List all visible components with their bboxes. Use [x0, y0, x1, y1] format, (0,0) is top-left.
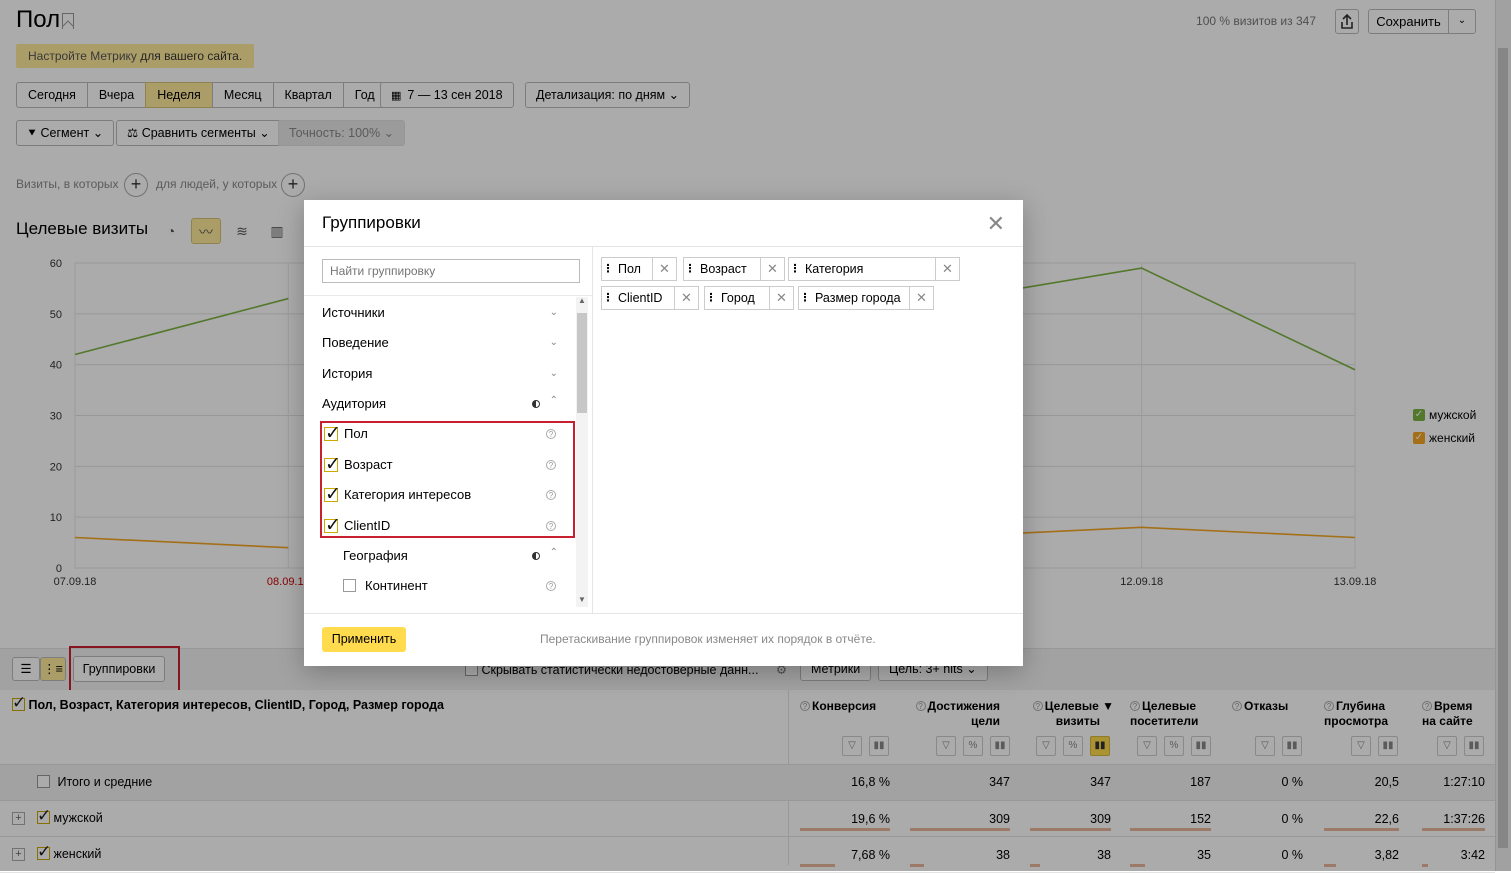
footer-hint: Перетаскивание группировок изменяет их п…: [540, 632, 876, 646]
selected-grouping-chip[interactable]: ⋮ Город ✕: [704, 286, 794, 310]
category-label: Поведение: [322, 335, 389, 350]
chevron-down-icon: ⌄: [549, 368, 558, 379]
remove-chip-icon[interactable]: ✕: [935, 258, 959, 280]
chip-label: ClientID: [618, 291, 663, 305]
apply-button[interactable]: Применить: [322, 627, 406, 652]
chip-label: Возраст: [700, 262, 747, 276]
scroll-up-icon[interactable]: ▲: [578, 296, 586, 305]
scroll-down-icon[interactable]: ▼: [578, 595, 586, 604]
chevron-up-icon: ⌃: [549, 395, 558, 406]
grouping-item-continent[interactable]: Континент ?: [343, 572, 558, 600]
partial-selection-icon: [532, 400, 540, 408]
category-behavior[interactable]: Поведение ⌄: [322, 329, 558, 357]
selected-grouping-chip[interactable]: ⋮ Размер города ✕: [798, 286, 934, 310]
category-label: История: [322, 366, 373, 381]
category-geography[interactable]: География ⌃: [343, 542, 558, 570]
drag-handle-icon[interactable]: ⋮: [602, 287, 614, 309]
help-icon[interactable]: ?: [546, 581, 556, 591]
selected-grouping-chip[interactable]: ⋮Категория интересов ✕: [788, 257, 960, 298]
close-icon[interactable]: ✕: [987, 213, 1005, 235]
chevron-up-icon: ⌃: [549, 547, 558, 558]
category-audience[interactable]: Аудитория ⌃: [322, 390, 558, 418]
divider: [304, 613, 1023, 614]
category-sources[interactable]: Источники ⌄: [322, 299, 558, 327]
selected-grouping-chip[interactable]: ⋮ Возраст ✕: [683, 257, 785, 281]
remove-chip-icon[interactable]: ✕: [674, 287, 698, 309]
chip-label: Пол: [618, 262, 641, 276]
divider: [304, 295, 592, 296]
selected-grouping-chip[interactable]: ⋮ Пол ✕: [601, 257, 677, 281]
groupings-modal: Группировки ✕ Источники ⌄ Поведение ⌄ Ис…: [304, 200, 1023, 666]
chevron-down-icon: ⌄: [549, 337, 558, 348]
grouping-label: Континент: [365, 578, 428, 593]
remove-chip-icon[interactable]: ✕: [760, 258, 784, 280]
selection-highlight-frame: [320, 421, 575, 538]
selected-grouping-chip[interactable]: ⋮ ClientID ✕: [601, 286, 699, 310]
groupings-list-panel: Источники ⌄ Поведение ⌄ История ⌄ Аудито…: [304, 247, 593, 613]
category-label: Аудитория: [322, 396, 387, 411]
partial-selection-icon: [532, 552, 540, 560]
modal-title: Группировки: [322, 213, 421, 232]
grouping-checkbox[interactable]: [343, 579, 356, 592]
remove-chip-icon[interactable]: ✕: [909, 287, 933, 309]
drag-handle-icon[interactable]: ⋮: [602, 258, 614, 280]
remove-chip-icon[interactable]: ✕: [652, 258, 676, 280]
category-label: География: [343, 548, 408, 563]
chip-label: Категория интересов: [805, 262, 865, 298]
chip-label: Размер города: [815, 291, 901, 305]
grouping-search-input[interactable]: [322, 259, 580, 283]
drag-handle-icon[interactable]: ⋮: [705, 287, 717, 309]
list-scrollbar-thumb[interactable]: [577, 313, 587, 413]
remove-chip-icon[interactable]: ✕: [769, 287, 793, 309]
chevron-down-icon: ⌄: [549, 307, 558, 318]
drag-handle-icon[interactable]: ⋮: [684, 258, 696, 280]
category-label: Источники: [322, 305, 385, 320]
drag-handle-icon[interactable]: ⋮: [799, 287, 811, 309]
category-history[interactable]: История ⌄: [322, 360, 558, 388]
chip-label: Город: [721, 291, 755, 305]
drag-handle-icon[interactable]: ⋮: [789, 258, 801, 280]
